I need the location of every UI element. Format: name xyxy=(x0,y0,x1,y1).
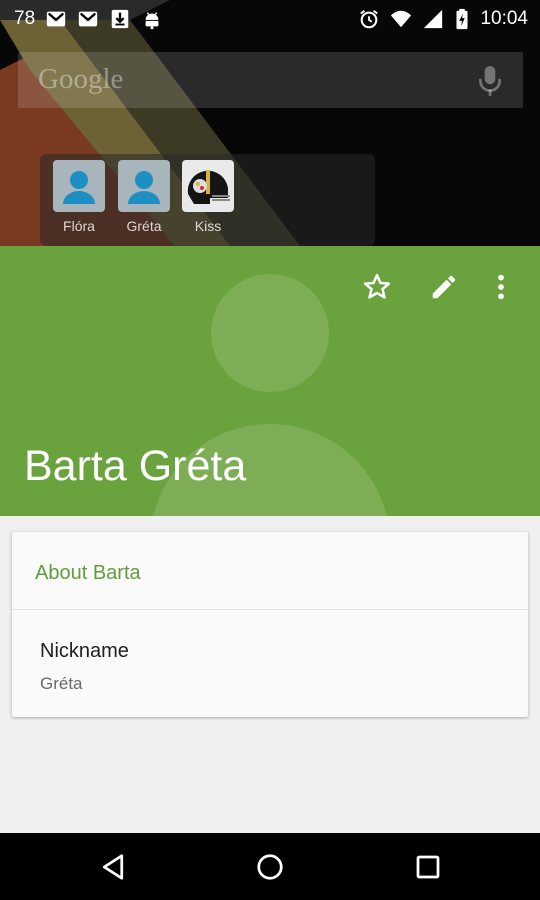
shortcut-label: Kiss xyxy=(194,218,222,234)
edit-icon[interactable] xyxy=(429,272,459,302)
nickname-label: Nickname xyxy=(40,640,129,662)
contact-header: Barta Gréta xyxy=(0,246,540,516)
download-icon xyxy=(111,9,129,29)
microphone-icon[interactable] xyxy=(477,65,503,97)
recents-icon[interactable] xyxy=(413,852,443,882)
android-debug-icon xyxy=(145,12,159,30)
about-card: About Barta Nickname Gréta xyxy=(12,532,528,717)
star-icon[interactable] xyxy=(362,272,392,302)
helmet-photo-icon xyxy=(182,160,234,212)
about-card-title: About Barta xyxy=(35,562,141,584)
nickname-value: Gréta xyxy=(40,674,83,693)
alarm-icon xyxy=(360,10,379,29)
shortcut-folder: Flóra Gréta Kiss xyxy=(40,154,375,246)
notification-count: 78 xyxy=(14,8,36,29)
shortcut-label: Flóra xyxy=(63,218,95,234)
back-icon[interactable] xyxy=(98,852,128,882)
google-search-bar[interactable]: Google xyxy=(18,52,523,108)
status-bar: 78 10:04 xyxy=(0,0,540,38)
shortcut-kiss[interactable]: Kiss xyxy=(180,160,236,234)
gmail-icon xyxy=(78,11,98,27)
google-logo: Google xyxy=(38,63,124,95)
wifi-icon xyxy=(391,10,412,28)
navigation-bar xyxy=(0,833,540,900)
card-divider xyxy=(12,609,528,610)
gmail-icon xyxy=(46,11,66,27)
contact-avatar-icon xyxy=(118,160,170,212)
shortcut-flora[interactable]: Flóra xyxy=(51,160,107,234)
shortcut-greta[interactable]: Gréta xyxy=(116,160,172,234)
shortcut-label: Gréta xyxy=(126,218,162,234)
home-icon[interactable] xyxy=(255,852,285,882)
clock: 10:04 xyxy=(480,8,528,29)
contact-avatar-icon xyxy=(53,160,105,212)
battery-charging-icon xyxy=(456,8,468,30)
signal-icon xyxy=(424,9,443,29)
more-vert-icon[interactable] xyxy=(486,272,516,302)
contact-details: About Barta Nickname Gréta xyxy=(0,516,540,833)
contact-placeholder-head xyxy=(211,274,329,392)
contact-name: Barta Gréta xyxy=(24,442,247,490)
